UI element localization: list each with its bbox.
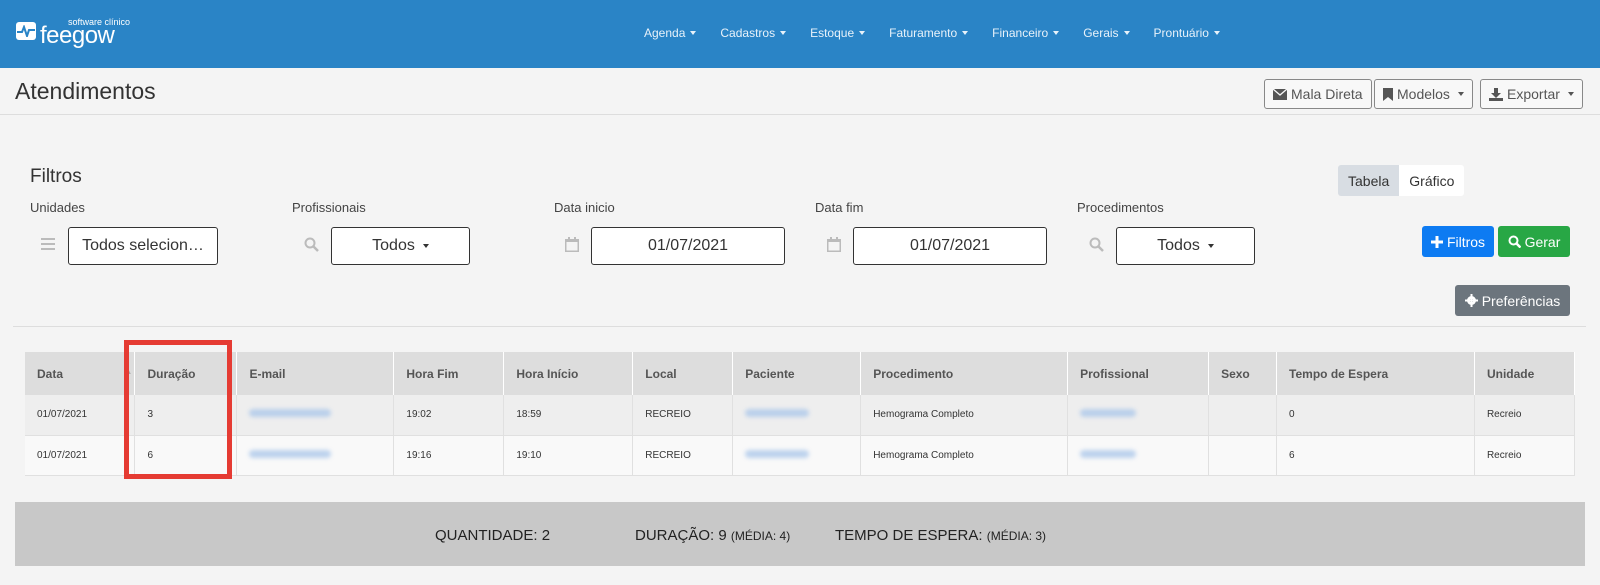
- cell-sexo: [1208, 435, 1278, 476]
- summary-duracao: DURAÇÃO: 9 (MÉDIA: 4): [635, 527, 791, 544]
- cell-local-link[interactable]: RECREIO: [632, 435, 734, 476]
- data-fim-input[interactable]: 01/07/2021: [853, 227, 1047, 265]
- bookmark-icon: [1383, 87, 1393, 101]
- cell-unidade: Recreio: [1474, 435, 1576, 476]
- modelos-button[interactable]: Modelos: [1374, 79, 1473, 109]
- column-header-hora-fim[interactable]: Hora Fim: [393, 352, 505, 395]
- filters-divider: [13, 326, 1586, 327]
- view-toggle: Tabela Gráfico: [1338, 165, 1465, 196]
- search-icon: [304, 237, 319, 257]
- procedimentos-label: Procedimentos: [1077, 200, 1164, 215]
- menu-cadastros[interactable]: Cadastros: [720, 26, 787, 40]
- atendimentos-table: Data ▲ Duração E-mail Hora Fim Hora Iníci…: [25, 352, 1576, 476]
- menu-financeiro[interactable]: Financeiro: [992, 26, 1060, 40]
- procedimentos-select[interactable]: Todos: [1116, 227, 1255, 265]
- duracao-column-highlight: [124, 340, 232, 479]
- calendar-icon: [565, 237, 579, 257]
- table-row: 01/07/2021 6 19:16 19:10 RECREIO Hemogra…: [25, 435, 1576, 476]
- caret-down-icon: [962, 31, 969, 35]
- cell-procedimento-link[interactable]: Hemograma Completo: [860, 435, 1069, 476]
- cell-tempo-espera: 0: [1276, 395, 1475, 436]
- data-fim-label: Data fim: [815, 200, 864, 215]
- column-header-profissional[interactable]: Profissional: [1067, 352, 1210, 395]
- logo-name: feegow: [40, 22, 115, 49]
- page-title: Atendimentos: [15, 78, 156, 104]
- column-header-email[interactable]: E-mail: [236, 352, 395, 395]
- tab-tabela[interactable]: Tabela: [1338, 165, 1400, 196]
- menu-agenda[interactable]: Agenda: [644, 26, 697, 40]
- cell-data: 01/07/2021: [25, 395, 136, 436]
- caret-down-icon: [1207, 244, 1214, 248]
- cell-unidade: Recreio: [1474, 395, 1576, 436]
- cell-hora-fim: 19:02: [393, 395, 505, 436]
- menu-estoque[interactable]: Estoque: [810, 26, 866, 40]
- plus-icon: [1430, 235, 1443, 248]
- calendar-icon: [827, 237, 841, 257]
- column-header-data[interactable]: Data ▲: [25, 352, 136, 395]
- gerar-button[interactable]: Gerar: [1498, 226, 1570, 257]
- column-header-local[interactable]: Local: [632, 352, 734, 395]
- filtros-button[interactable]: Filtros: [1422, 226, 1494, 257]
- cell-email-redacted: [236, 395, 395, 436]
- cell-profissional-redacted[interactable]: [1067, 395, 1210, 436]
- summary-tempo-espera: TEMPO DE ESPERA: (MÉDIA: 3): [835, 527, 1047, 544]
- caret-down-icon: [780, 31, 787, 35]
- column-header-procedimento[interactable]: Procedimento: [860, 352, 1069, 395]
- cell-hora-inicio: 18:59: [503, 395, 634, 436]
- cell-paciente-redacted[interactable]: [732, 435, 862, 476]
- menu-gerais[interactable]: Gerais: [1083, 26, 1130, 40]
- column-header-unidade[interactable]: Unidade: [1474, 352, 1576, 395]
- table-header-row: Data ▲ Duração E-mail Hora Fim Hora Iníci…: [25, 352, 1576, 395]
- cell-tempo-espera: 6: [1276, 435, 1475, 476]
- menu-faturamento[interactable]: Faturamento: [889, 26, 969, 40]
- gear-icon: [1464, 294, 1478, 307]
- caret-down-icon: [1567, 92, 1574, 96]
- cell-data: 01/07/2021: [25, 435, 136, 476]
- cell-email-redacted: [236, 435, 395, 476]
- caret-down-icon: [1123, 31, 1130, 35]
- caret-down-icon: [1053, 31, 1060, 35]
- profissionais-select[interactable]: Todos: [331, 227, 470, 265]
- caret-down-icon: [690, 31, 697, 35]
- cell-local-link[interactable]: RECREIO: [632, 395, 734, 436]
- main-menu: Agenda Cadastros Estoque Faturamento Fin…: [644, 26, 1244, 40]
- caret-down-icon: [1457, 92, 1464, 96]
- exportar-button[interactable]: Exportar: [1480, 79, 1583, 109]
- filters-title: Filtros: [30, 166, 82, 187]
- top-navbar: software clínico feegow Agenda Cadastros…: [0, 0, 1600, 68]
- column-header-paciente[interactable]: Paciente: [732, 352, 862, 395]
- preferencias-button[interactable]: Preferências: [1455, 285, 1570, 316]
- data-inicio-input[interactable]: 01/07/2021: [591, 227, 785, 265]
- column-header-sexo[interactable]: Sexo: [1208, 352, 1278, 395]
- caret-down-icon: [422, 244, 429, 248]
- table-row: 01/07/2021 3 19:02 18:59 RECREIO Hemogra…: [25, 395, 1576, 436]
- cell-profissional-redacted[interactable]: [1067, 435, 1210, 476]
- tab-grafico[interactable]: Gráfico: [1399, 165, 1465, 196]
- search-icon: [1508, 235, 1521, 248]
- profissionais-label: Profissionais: [292, 200, 366, 215]
- cell-paciente-redacted[interactable]: [732, 395, 862, 436]
- caret-down-icon: [1213, 31, 1220, 35]
- search-icon: [1089, 237, 1104, 257]
- list-icon: [41, 237, 55, 255]
- column-header-hora-inicio[interactable]: Hora Início: [503, 352, 634, 395]
- summary-bar: [15, 502, 1585, 566]
- cell-procedimento-link[interactable]: Hemograma Completo: [860, 395, 1069, 436]
- data-inicio-label: Data inicio: [554, 200, 615, 215]
- menu-prontuario[interactable]: Prontuário: [1154, 26, 1220, 40]
- cell-sexo: [1208, 395, 1278, 436]
- heartbeat-icon: [16, 22, 36, 40]
- unidades-select[interactable]: Todos selecion…: [68, 227, 218, 265]
- header-divider: [0, 114, 1600, 115]
- download-icon: [1489, 87, 1503, 101]
- envelope-icon: [1273, 88, 1287, 100]
- mala-direta-button[interactable]: Mala Direta: [1264, 79, 1372, 109]
- caret-down-icon: [859, 31, 866, 35]
- summary-quantidade: QUANTIDADE: 2: [435, 527, 551, 544]
- cell-hora-inicio: 19:10: [503, 435, 634, 476]
- column-header-tempo-espera[interactable]: Tempo de Espera: [1276, 352, 1475, 395]
- cell-hora-fim: 19:16: [393, 435, 505, 476]
- unidades-label: Unidades: [30, 200, 85, 215]
